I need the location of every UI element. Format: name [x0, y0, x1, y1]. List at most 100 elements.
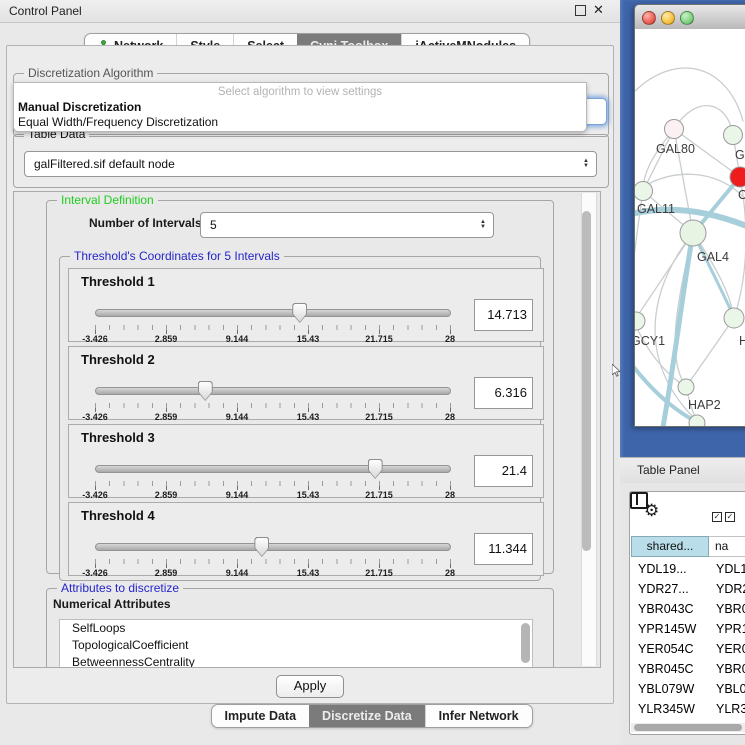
numerical-attributes-list[interactable]: SelfLoopsTopologicalCoefficientBetweenne…: [59, 619, 533, 668]
threshold-title: Threshold 1: [81, 274, 155, 289]
dropdown-option-manual[interactable]: Manual Discretization: [18, 100, 141, 114]
attribute-list-item[interactable]: SelfLoops: [60, 620, 532, 637]
tick-label: -3.426: [82, 334, 108, 344]
cell-name[interactable]: YDR2: [716, 579, 745, 599]
table-row[interactable]: YDL19...YDL1: [631, 559, 745, 579]
gear-icon[interactable]: ⚙: [644, 501, 659, 521]
cell-shared-name[interactable]: YBR045C: [631, 659, 716, 679]
slider-thumb[interactable]: [292, 303, 307, 323]
apply-row: Apply: [7, 675, 613, 698]
network-edge[interactable]: [635, 68, 743, 121]
attribute-list-item[interactable]: BetweennessCentrality: [60, 654, 532, 668]
tab-label: Discretize Data: [322, 706, 412, 726]
network-node[interactable]: [665, 120, 684, 139]
table-row[interactable]: YER054CYER0: [631, 639, 745, 659]
slider-thumb[interactable]: [254, 537, 269, 557]
checkbox-icon[interactable]: ✓: [712, 512, 722, 522]
table-data-combobox[interactable]: galFiltered.sif default node ▲▼: [24, 151, 597, 177]
panel-scrollbar-thumb[interactable]: [582, 211, 591, 551]
column-header-name[interactable]: na: [709, 536, 745, 557]
network-node[interactable]: [724, 126, 743, 145]
cell-shared-name[interactable]: YDR27...: [631, 579, 716, 599]
slider-track[interactable]: [95, 465, 451, 473]
tab-infer-network[interactable]: Infer Network: [425, 705, 532, 727]
threshold-4-box: Threshold 4 -3.4262.8599.14415.4321.7152…: [68, 502, 544, 576]
apply-button[interactable]: Apply: [276, 675, 344, 698]
network-window-titlebar[interactable]: [635, 5, 745, 30]
column-header-shared-name[interactable]: shared...: [631, 536, 709, 557]
slider-thumb[interactable]: [198, 381, 213, 401]
tick-label: -3.426: [82, 412, 108, 422]
threshold-1-slider[interactable]: -3.4262.8599.14415.4321.71528: [95, 301, 451, 339]
table-row[interactable]: YBR045CYBR0: [631, 659, 745, 679]
cell-name[interactable]: YPR1: [716, 619, 745, 639]
panel-scrollbar-track[interactable]: [581, 193, 597, 666]
slider-track[interactable]: [95, 309, 451, 317]
cell-shared-name[interactable]: YPR145W: [631, 619, 716, 639]
list-scrollbar[interactable]: [521, 623, 530, 663]
dropdown-option-equal-width[interactable]: Equal Width/Frequency Discretization: [18, 115, 218, 129]
cell-shared-name[interactable]: YER054C: [631, 639, 716, 659]
threshold-2-value-field[interactable]: 6.316: [474, 377, 533, 409]
network-node-label: GAL80: [656, 142, 695, 156]
tick-label: 2.859: [155, 490, 178, 500]
attribute-list-item[interactable]: TopologicalCoefficient: [60, 637, 532, 654]
table-hscrollbar-thumb[interactable]: [634, 724, 742, 731]
cell-name[interactable]: YBR0: [716, 659, 745, 679]
checkbox-icon[interactable]: ✓: [725, 512, 735, 522]
network-node[interactable]: [724, 308, 744, 328]
cell-name[interactable]: YBL0: [716, 679, 745, 699]
table-row[interactable]: YDR27...YDR2: [631, 579, 745, 599]
threshold-2-slider[interactable]: -3.4262.8599.14415.4321.71528: [95, 379, 451, 417]
threshold-4-slider[interactable]: -3.4262.8599.14415.4321.71528: [95, 535, 451, 573]
slider-thumb[interactable]: [368, 459, 383, 479]
cell-shared-name[interactable]: YBR043C: [631, 599, 716, 619]
tab-discretize-data[interactable]: Discretize Data: [309, 705, 425, 727]
tab-impute-data[interactable]: Impute Data: [212, 705, 310, 727]
network-node-label: C: [738, 188, 745, 202]
network-node[interactable]: [635, 312, 645, 330]
network-edge[interactable]: [693, 233, 733, 315]
cell-shared-name[interactable]: YDL19...: [631, 559, 716, 579]
network-node[interactable]: [680, 220, 706, 246]
tick-label: 2.859: [155, 412, 178, 422]
threshold-3-value-field[interactable]: 21.4: [474, 455, 533, 487]
cell-name[interactable]: YDL1: [716, 559, 745, 579]
table-panel-titlebar[interactable]: Table Panel: [620, 457, 745, 485]
network-edge[interactable]: [643, 129, 674, 191]
network-node[interactable]: [678, 379, 694, 395]
slider-track[interactable]: [95, 387, 451, 395]
cell-shared-name[interactable]: YLR345W: [631, 699, 716, 716]
slider-track[interactable]: [95, 543, 451, 551]
tick-label: -3.426: [82, 490, 108, 500]
network-edge[interactable]: [686, 318, 734, 387]
threshold-3-slider[interactable]: -3.4262.8599.14415.4321.71528: [95, 457, 451, 495]
slider-tick-labels: -3.4262.8599.14415.4321.71528: [95, 412, 450, 424]
threshold-1-value-field[interactable]: 14.713: [474, 299, 533, 331]
network-node[interactable]: [689, 415, 705, 426]
table-row[interactable]: YPR145WYPR1: [631, 619, 745, 639]
tab-label: Infer Network: [439, 706, 519, 726]
cell-name[interactable]: YLR3: [716, 699, 745, 716]
close-icon[interactable]: ✕: [593, 2, 604, 18]
zoom-traffic-light-icon[interactable]: [680, 11, 694, 25]
minimize-traffic-light-icon[interactable]: [661, 11, 675, 25]
tick-label: 21.715: [365, 412, 393, 422]
network-graph[interactable]: GAL80GACGAL11GAL4GCY1HHAP2: [635, 29, 745, 426]
number-of-intervals-combobox[interactable]: 5 ▲▼: [200, 212, 494, 238]
table-row[interactable]: YBR043CYBR0: [631, 599, 745, 619]
table-row[interactable]: YLR345WYLR3: [631, 699, 745, 716]
cell-name[interactable]: YER0: [716, 639, 745, 659]
network-node[interactable]: [635, 182, 653, 201]
table-hscrollbar[interactable]: [631, 723, 745, 732]
threshold-4-value-field[interactable]: 11.344: [474, 533, 533, 565]
cell-shared-name[interactable]: YBL079W: [631, 679, 716, 699]
float-window-icon[interactable]: [575, 5, 586, 16]
close-traffic-light-icon[interactable]: [642, 11, 656, 25]
cell-name[interactable]: YBR0: [716, 599, 745, 619]
network-canvas[interactable]: GAL80GACGAL11GAL4GCY1HHAP2: [635, 29, 745, 426]
settings-scroll-panel: Interval Definition Number of Intervals …: [13, 191, 601, 668]
table-row[interactable]: YBL079WYBL0: [631, 679, 745, 699]
mouse-cursor: [612, 364, 621, 377]
network-node[interactable]: [730, 167, 745, 187]
